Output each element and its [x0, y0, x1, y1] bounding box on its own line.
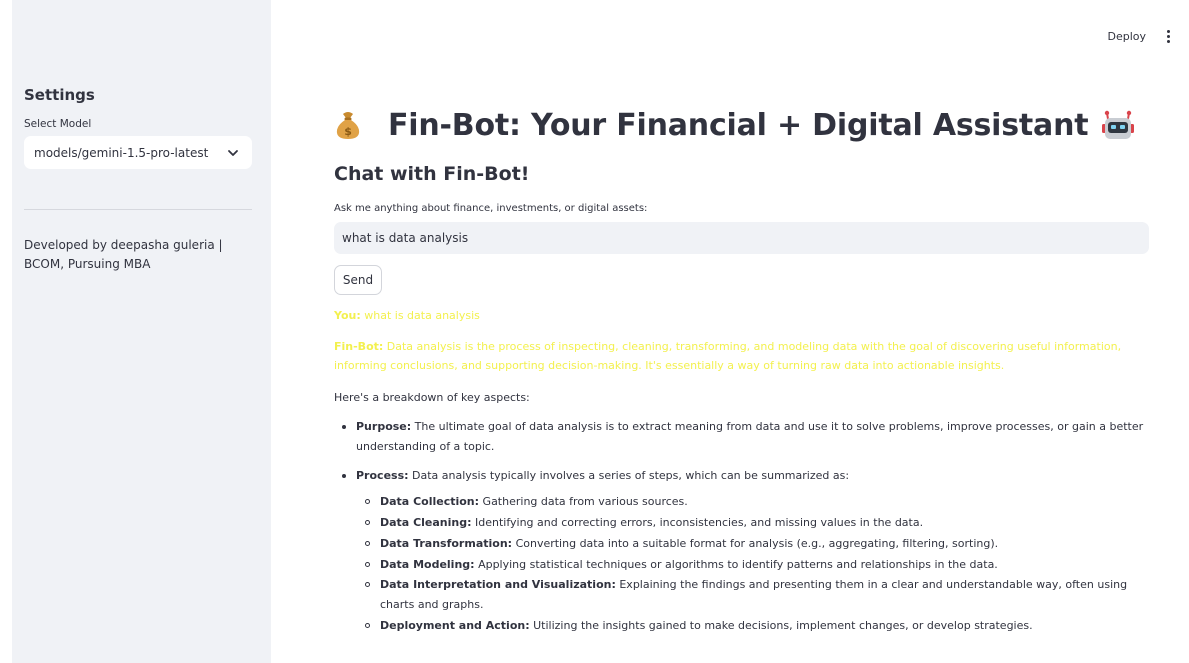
bot-message: Fin-Bot: Data analysis is the process of… [334, 337, 1134, 376]
list-item-term: Process: [356, 469, 409, 483]
list-item: Process: Data analysis typically involve… [342, 466, 1146, 636]
list-item: Data Modeling: Applying statistical tech… [365, 555, 1146, 575]
model-select-value: models/gemini-1.5-pro-latest [34, 145, 209, 160]
list-item-text: Utilizing the insights gained to make de… [533, 618, 1033, 632]
aspects-list: Purpose: The ultimate goal of data analy… [334, 417, 1149, 636]
money-bag-icon: $ [336, 112, 360, 139]
developer-credit: Developed by deepasha guleria | BCOM, Pu… [24, 238, 223, 272]
robot-icon [1102, 110, 1135, 139]
user-message-prefix: You: [334, 309, 361, 322]
bot-message-prefix: Fin-Bot: [334, 340, 384, 353]
list-item-term: Purpose: [356, 419, 412, 433]
list-item: Data Transformation: Converting data int… [365, 534, 1146, 554]
breakdown-intro: Here's a breakdown of key aspects: [334, 390, 530, 404]
kebab-menu-icon[interactable] [1164, 28, 1173, 45]
sidebar-edge [0, 0, 12, 663]
sidebar-divider [24, 209, 252, 210]
list-item: Deployment and Action: Utilizing the ins… [365, 616, 1146, 636]
list-item: Data Collection: Gathering data from var… [365, 492, 1146, 512]
page-title-text: Fin-Bot: Your Financial + Digital Assist… [388, 107, 1089, 143]
select-model-label: Select Model [24, 118, 92, 130]
sidebar-content: Settings Select Model models/gemini-1.5-… [24, 86, 252, 274]
list-item-term: Data Interpretation and Visualization: [380, 578, 616, 592]
list-item-term: Data Transformation: [380, 536, 513, 550]
list-item-text: The ultimate goal of data analysis is to… [356, 419, 1144, 453]
svg-text:$: $ [344, 125, 351, 138]
top-toolbar: Deploy [1107, 28, 1173, 45]
list-item-text: Applying statistical techniques or algor… [478, 557, 998, 571]
chat-heading: Chat with Fin-Bot! [334, 163, 530, 185]
question-input-value: what is data analysis [342, 231, 469, 245]
question-input-label: Ask me anything about finance, investmen… [334, 203, 648, 214]
sidebar: Settings Select Model models/gemini-1.5-… [0, 0, 271, 663]
bot-message-text: Data analysis is the process of inspecti… [334, 340, 1122, 373]
list-item-text: Data analysis typically involves a serie… [412, 469, 850, 483]
send-button[interactable]: Send [334, 265, 382, 295]
user-message: You: what is data analysis [334, 309, 1149, 322]
list-item: Data Cleaning: Identifying and correctin… [365, 513, 1146, 533]
user-message-text: what is data analysis [364, 309, 480, 322]
process-steps-list: Data Collection: Gathering data from var… [356, 492, 1146, 636]
chevron-down-icon [228, 149, 238, 156]
model-select[interactable]: models/gemini-1.5-pro-latest [24, 136, 252, 169]
list-item-term: Data Collection: [380, 495, 480, 509]
list-item-term: Deployment and Action: [380, 618, 530, 632]
sidebar-title: Settings [24, 86, 95, 104]
list-item-text: Identifying and correcting errors, incon… [475, 515, 924, 529]
list-item-term: Data Modeling: [380, 557, 475, 571]
list-item: Data Interpretation and Visualization: E… [365, 575, 1146, 615]
main-content: $ Fin-Bot: Your Financial + Digital Assi… [334, 103, 1149, 646]
list-item-text: Gathering data from various sources. [482, 495, 688, 509]
list-item-text: Converting data into a suitable format f… [515, 536, 999, 550]
question-input[interactable]: what is data analysis [334, 222, 1149, 254]
list-item: Purpose: The ultimate goal of data analy… [342, 417, 1146, 457]
deploy-button[interactable]: Deploy [1107, 30, 1146, 43]
list-item-term: Data Cleaning: [380, 515, 472, 529]
page-title: $ Fin-Bot: Your Financial + Digital Assi… [334, 103, 1149, 147]
